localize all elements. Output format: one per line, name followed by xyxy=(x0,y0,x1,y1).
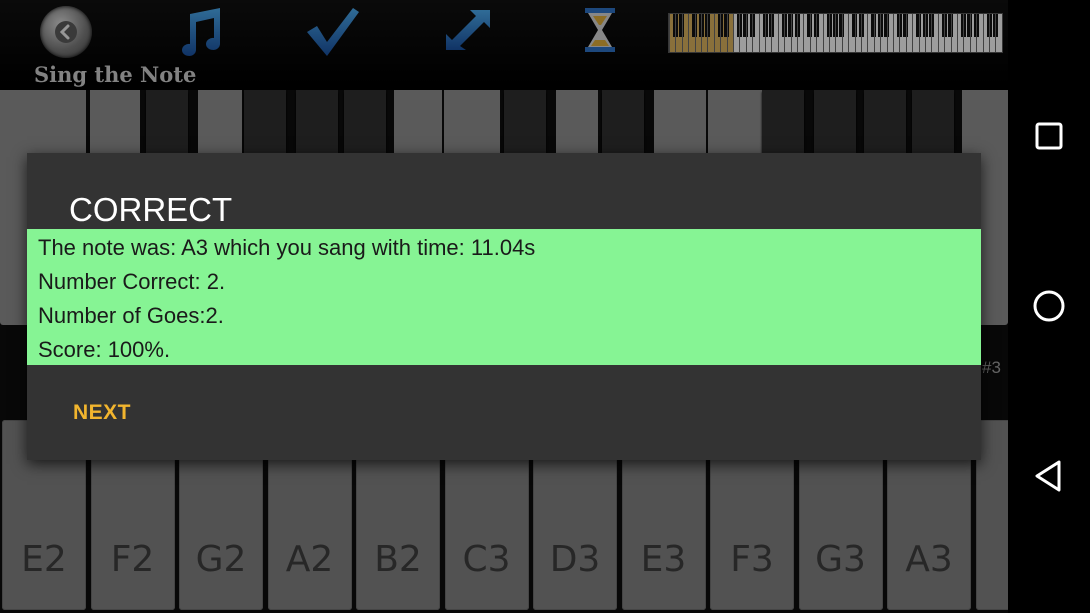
back-triangle-icon xyxy=(1035,460,1061,492)
recents-square-icon xyxy=(1035,122,1063,150)
result-note-line: The note was: A3 which you sang with tim… xyxy=(38,235,536,260)
result-panel: The note was: A3 which you sang with tim… xyxy=(27,229,981,365)
dialog-title: CORRECT xyxy=(69,191,233,228)
system-nav-bar xyxy=(1008,0,1090,613)
result-dialog: CORRECT The note was: A3 which you sang … xyxy=(27,153,981,460)
recents-button[interactable] xyxy=(1031,118,1067,154)
result-goes-line: Number of Goes:2. xyxy=(38,303,224,328)
home-circle-icon xyxy=(1033,290,1065,322)
home-button[interactable] xyxy=(1031,288,1067,324)
next-button[interactable]: NEXT xyxy=(73,401,131,425)
result-correct-line: Number Correct: 2. xyxy=(38,269,226,294)
nav-back-button[interactable] xyxy=(1031,458,1067,494)
app-screen: E2F2G2A2B2C3D3E3F3G3A3B#3 Sing the Note xyxy=(0,0,1008,613)
result-score-line: Score: 100%. xyxy=(38,337,171,362)
